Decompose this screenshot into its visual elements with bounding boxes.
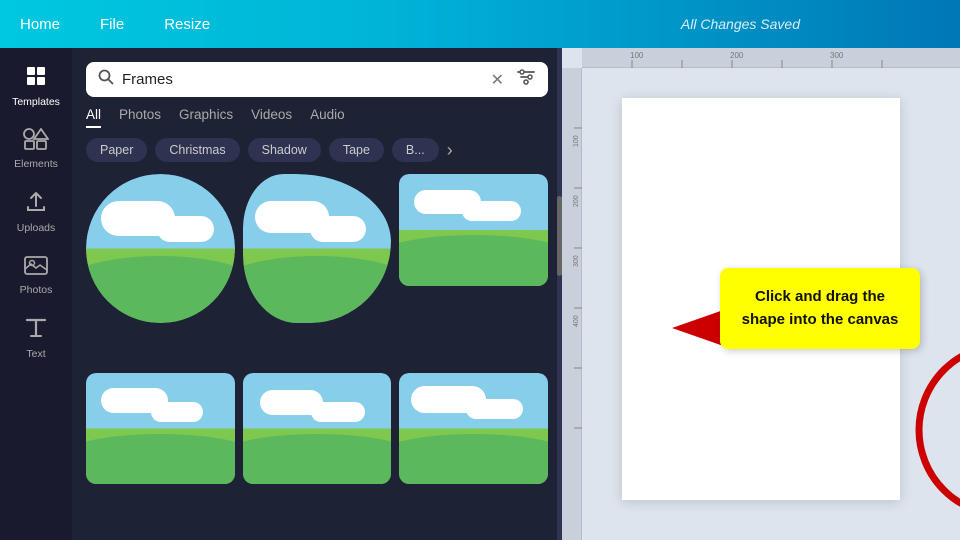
tooltip-text: Click and drag the shape into the canvas xyxy=(742,288,899,328)
svg-text:400: 400 xyxy=(573,315,580,327)
tab-audio[interactable]: Audio xyxy=(310,107,345,128)
svg-text:300: 300 xyxy=(830,51,844,60)
search-bar: ✕ xyxy=(86,62,548,97)
frame-thumb-rect2[interactable] xyxy=(86,373,235,484)
clear-search-icon[interactable]: ✕ xyxy=(491,70,504,90)
elements-label: Elements xyxy=(14,158,58,170)
text-label: Text xyxy=(26,348,45,360)
sidebar-item-templates[interactable]: Templates xyxy=(4,56,68,116)
nav-home[interactable]: Home xyxy=(20,16,60,33)
sidebar-item-text[interactable]: Text xyxy=(4,308,68,368)
text-icon xyxy=(25,316,47,344)
elements-panel: ✕ All Photos Graphics Videos Audio xyxy=(72,48,562,540)
frame-thumb-rect3[interactable] xyxy=(243,373,392,485)
save-status: All Changes Saved xyxy=(681,16,800,32)
elements-icon xyxy=(23,128,49,154)
chips-scroll-right[interactable]: › xyxy=(447,140,453,161)
uploads-label: Uploads xyxy=(17,222,56,234)
search-input[interactable] xyxy=(122,71,483,88)
frame-thumb-rect[interactable] xyxy=(399,174,548,286)
svg-text:300: 300 xyxy=(573,255,580,267)
sidebar-item-photos[interactable]: Photos xyxy=(4,246,68,304)
svg-text:200: 200 xyxy=(573,195,580,207)
templates-label: Templates xyxy=(12,96,60,108)
tab-all[interactable]: All xyxy=(86,107,101,128)
tab-videos[interactable]: Videos xyxy=(251,107,292,128)
frame-thumb-blob[interactable] xyxy=(243,174,392,323)
templates-icon xyxy=(24,64,48,92)
frame-thumb-rect4[interactable] xyxy=(399,373,548,485)
frames-grid xyxy=(72,174,562,540)
nav-file[interactable]: File xyxy=(100,16,124,33)
svg-text:200: 200 xyxy=(730,51,744,60)
chip-paper[interactable]: Paper xyxy=(86,138,147,162)
nav-resize[interactable]: Resize xyxy=(164,16,210,33)
canvas-area[interactable]: 100 200 300 100 200 300 400 xyxy=(562,48,960,540)
tab-photos[interactable]: Photos xyxy=(119,107,161,128)
sidebar-item-uploads[interactable]: Uploads xyxy=(4,182,68,242)
svg-text:100: 100 xyxy=(630,51,644,60)
tab-graphics[interactable]: Graphics xyxy=(179,107,233,128)
photos-icon xyxy=(24,254,48,280)
uploads-icon xyxy=(24,190,48,218)
svg-text:100: 100 xyxy=(573,135,580,147)
sidebar: Templates Elements Uploads xyxy=(0,48,72,540)
chip-shadow[interactable]: Shadow xyxy=(248,138,321,162)
search-icon xyxy=(98,69,114,90)
chip-christmas[interactable]: Christmas xyxy=(155,138,239,162)
sidebar-item-elements[interactable]: Elements xyxy=(4,120,68,178)
photos-label: Photos xyxy=(20,284,53,296)
ruler-top: 100 200 300 xyxy=(582,48,960,68)
red-circle-annotation xyxy=(912,338,960,523)
filter-icon[interactable] xyxy=(516,68,536,91)
chip-more[interactable]: B... xyxy=(392,138,439,162)
main-layout: Templates Elements Uploads xyxy=(0,48,960,540)
tooltip-box: Click and drag the shape into the canvas xyxy=(720,268,920,349)
tabs-row: All Photos Graphics Videos Audio xyxy=(72,107,562,128)
ruler-left: 100 200 300 400 xyxy=(562,68,582,540)
top-nav: Home File Resize All Changes Saved xyxy=(0,0,960,48)
chips-row: Paper Christmas Shadow Tape B... › xyxy=(72,138,562,162)
frame-thumb-circle[interactable] xyxy=(86,174,235,323)
chip-tape[interactable]: Tape xyxy=(329,138,384,162)
